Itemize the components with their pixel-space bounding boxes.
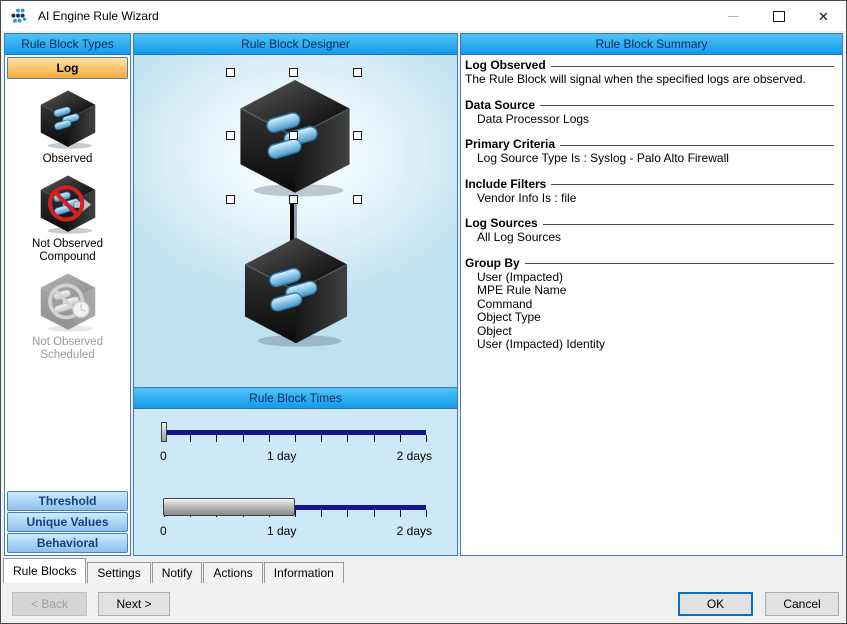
summary-section-group-by: Group By User (Impacted) MPE Rule Name C… (465, 256, 836, 352)
time-slider-1-labels: 0 1 day 2 days (160, 449, 432, 463)
observed-item[interactable]: Observed (5, 81, 130, 166)
title-bar: AI Engine Rule Wizard ✕ (1, 1, 846, 31)
summary-section-data-source: Data Source Data Processor Logs (465, 98, 836, 127)
cancel-button[interactable]: Cancel (765, 592, 839, 616)
section-line: User (Impacted) (465, 271, 836, 285)
observed-label: Observed (43, 153, 93, 166)
section-line: The Rule Block will signal when the spec… (465, 73, 836, 87)
selection-handle[interactable] (226, 68, 235, 77)
next-button[interactable]: Next > (98, 592, 170, 616)
rule-block-cube-second[interactable] (237, 233, 355, 349)
close-icon: ✕ (818, 10, 829, 23)
rule-block-times-header: Rule Block Times (134, 388, 457, 409)
minimize-button (711, 1, 756, 31)
time-slider-1-ticks (164, 435, 426, 443)
rule-block-summary-header: Rule Block Summary (461, 34, 842, 55)
designer-canvas[interactable] (134, 55, 457, 387)
section-rule-line (560, 145, 834, 146)
summary-section-include-filters: Include Filters Vendor Info Is : file (465, 177, 836, 206)
slider2-label-1day: 1 day (267, 524, 296, 538)
time-slider-1-thumb[interactable] (161, 422, 167, 442)
rule-block-types-body: Log Observed Not Observed Compound (5, 55, 130, 555)
rule-block-types-panel: Rule Block Types Log Observed Not Observ… (4, 33, 131, 556)
back-button: < Back (12, 592, 87, 616)
tab-actions[interactable]: Actions (203, 562, 262, 583)
selection-handle[interactable] (289, 68, 298, 77)
section-title: Log Sources (465, 216, 538, 231)
observed-cube-icon (37, 88, 99, 150)
tab-information[interactable]: Information (264, 562, 344, 583)
time-slider-2-labels: 0 1 day 2 days (160, 524, 432, 538)
section-line: Data Processor Logs (465, 113, 836, 127)
section-line: Object Type (465, 311, 836, 325)
close-button[interactable]: ✕ (801, 1, 846, 31)
section-line: User (Impacted) Identity (465, 338, 836, 352)
section-line: Command (465, 298, 836, 312)
time-slider-2-range-bar[interactable] (163, 498, 295, 516)
summary-section-log-sources: Log Sources All Log Sources (465, 216, 836, 245)
section-rule-line (540, 105, 834, 106)
section-title: Include Filters (465, 177, 546, 192)
not-observed-scheduled-icon (37, 271, 99, 333)
section-title: Data Source (465, 98, 535, 113)
not-observed-scheduled-label: Not Observed Scheduled (5, 336, 130, 362)
rule-block-designer-panel: Rule Block Designer (133, 33, 458, 388)
section-line: All Log Sources (465, 231, 836, 245)
summary-section-log-observed: Log Observed The Rule Block will signal … (465, 58, 836, 87)
tab-settings[interactable]: Settings (87, 562, 150, 583)
section-line: MPE Rule Name (465, 284, 836, 298)
not-observed-compound-item[interactable]: Not Observed Compound (5, 166, 130, 264)
maximize-icon (773, 11, 785, 22)
selection-handle[interactable] (226, 195, 235, 204)
rule-block-types-header: Rule Block Types (5, 34, 130, 55)
rule-block-summary-panel: Rule Block Summary Log Observed The Rule… (460, 33, 843, 556)
behavioral-type-button[interactable]: Behavioral (7, 533, 128, 553)
minimize-icon (728, 16, 739, 17)
section-title: Primary Criteria (465, 137, 555, 152)
not-observed-scheduled-item: Not Observed Scheduled (5, 264, 130, 362)
selection-handle[interactable] (289, 195, 298, 204)
section-rule-line (551, 66, 834, 67)
section-title: Log Observed (465, 58, 546, 73)
rule-block-designer-header: Rule Block Designer (134, 34, 457, 55)
log-type-button[interactable]: Log (7, 57, 128, 79)
app-logo-icon (10, 7, 30, 25)
selection-handle[interactable] (289, 131, 298, 140)
selection-handle[interactable] (353, 68, 362, 77)
not-observed-compound-label: Not Observed Compound (5, 238, 130, 264)
section-rule-line (525, 263, 834, 264)
tab-notify[interactable]: Notify (152, 562, 203, 583)
section-rule-line (551, 184, 834, 185)
slider2-label-0: 0 (160, 524, 167, 538)
section-rule-line (543, 224, 834, 225)
window-title: AI Engine Rule Wizard (38, 9, 159, 23)
slider1-label-1day: 1 day (267, 449, 296, 463)
selection-handle[interactable] (226, 131, 235, 140)
selection-handle[interactable] (353, 195, 362, 204)
designer-column: Rule Block Designer Rule Block Times (133, 33, 458, 556)
section-line: Log Source Type Is : Syslog - Palo Alto … (465, 152, 836, 166)
threshold-type-button[interactable]: Threshold (7, 491, 128, 511)
maximize-button[interactable] (756, 1, 801, 31)
selection-handle[interactable] (353, 131, 362, 140)
section-line: Vendor Info Is : file (465, 192, 836, 206)
section-line: Object (465, 325, 836, 339)
slider2-label-2days: 2 days (397, 524, 432, 538)
section-title: Group By (465, 256, 520, 271)
rule-block-times-panel: Rule Block Times 0 1 day 2 days 0 1 day (133, 387, 458, 556)
tab-rule-blocks[interactable]: Rule Blocks (3, 558, 86, 583)
wizard-tab-strip: Rule Blocks Settings Notify Actions Info… (3, 558, 345, 583)
ai-engine-rule-wizard-dialog: AI Engine Rule Wizard ✕ Rule Block Types… (0, 0, 847, 624)
rule-block-summary-body: Log Observed The Rule Block will signal … (461, 55, 842, 555)
unique-values-type-button[interactable]: Unique Values (7, 512, 128, 532)
ok-button[interactable]: OK (678, 592, 753, 616)
slider1-label-2days: 2 days (397, 449, 432, 463)
rule-block-times-body: 0 1 day 2 days 0 1 day 2 days (134, 409, 457, 555)
summary-section-primary-criteria: Primary Criteria Log Source Type Is : Sy… (465, 137, 836, 166)
not-observed-compound-icon (37, 173, 99, 235)
type-category-buttons: Threshold Unique Values Behavioral (5, 489, 130, 555)
slider1-label-0: 0 (160, 449, 167, 463)
